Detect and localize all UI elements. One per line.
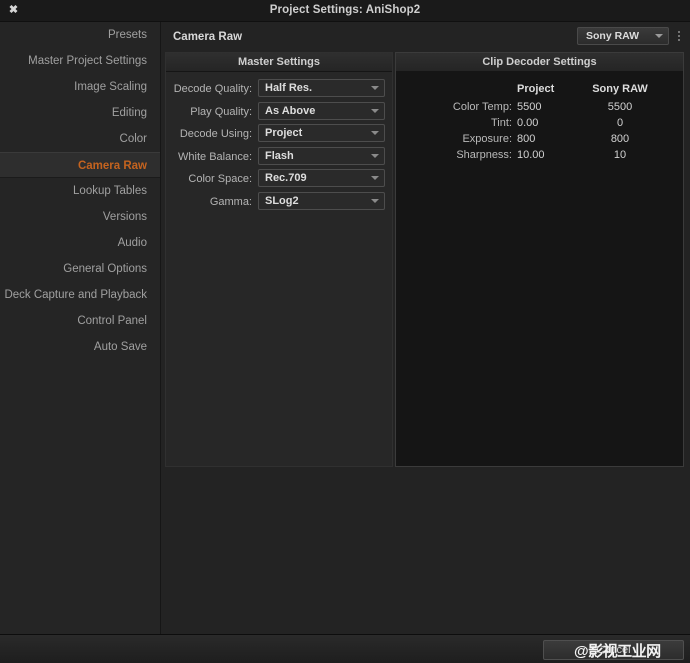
titlebar: ✖ Project Settings: AniShop2 — [0, 0, 690, 22]
content-header: Camera Raw Sony RAW — [162, 22, 690, 52]
master-setting-label: Color Space: — [188, 173, 252, 185]
master-setting-row: Play Quality: As Above — [166, 101, 394, 124]
master-setting-label: Decode Quality: — [173, 83, 252, 95]
master-setting-dropdown[interactable]: Flash — [258, 146, 385, 165]
master-setting-row: White Balance: Flash — [166, 146, 394, 169]
master-settings-panel: Master Settings Decode Quality: Half Res.… — [165, 52, 393, 467]
clip-decoder-row: Exposure: 800 800 — [396, 131, 683, 147]
master-setting-label: Gamma: — [209, 195, 252, 208]
preset-select-value: Sony RAW — [586, 30, 640, 42]
clip-decoder-header-row: Project Sony RAW — [396, 81, 683, 97]
sidebar-item-image-scaling[interactable]: Image Scaling — [0, 74, 160, 100]
sidebar-item-color[interactable]: Color — [0, 126, 160, 152]
sidebar-item-versions[interactable]: Versions — [0, 204, 160, 230]
camera-raw-preset-select[interactable]: Sony RAW — [577, 27, 669, 45]
sidebar-item-general-options[interactable]: General Options — [0, 256, 160, 282]
window-title: Project Settings: AniShop2 — [269, 4, 421, 16]
clip-decoder-label: Sharpness: — [456, 149, 512, 161]
sidebar-item-audio[interactable]: Audio — [0, 230, 160, 256]
chevron-down-icon — [371, 131, 379, 135]
content-area: Camera Raw Sony RAW Master Settings Deco… — [162, 22, 690, 634]
master-setting-value: Rec.709 — [265, 172, 307, 184]
kebab-dot — [678, 35, 680, 37]
sidebar-item-camera-raw[interactable]: Camera Raw — [0, 152, 160, 178]
master-setting-value: As Above — [265, 104, 316, 117]
page-title: Camera Raw — [173, 31, 243, 43]
master-setting-label: White Balance: — [178, 150, 252, 163]
master-setting-value: Flash — [265, 149, 294, 162]
chevron-down-icon — [371, 108, 379, 113]
cancel-button-label: Cancel — [596, 644, 631, 656]
kebab-dot — [678, 31, 680, 33]
master-setting-dropdown[interactable]: SLog2 — [258, 191, 385, 210]
footer-bar: Cancel — [0, 634, 690, 663]
clip-decoder-settings-header: Clip Decoder Settings — [396, 53, 683, 72]
kebab-dot — [678, 39, 680, 41]
clip-decoder-row: Tint: 0.00 0 — [396, 115, 683, 131]
clip-decoder-label: Color Temp: — [452, 101, 512, 113]
clip-decoder-row: Sharpness: 10.00 10 — [396, 147, 683, 163]
sidebar-item-master-project-settings[interactable]: Master Project Settings — [0, 48, 160, 74]
clip-decoder-raw-value: 5500 — [607, 101, 633, 113]
master-setting-row: Gamma: SLog2 — [166, 191, 394, 214]
master-setting-value: SLog2 — [265, 194, 299, 207]
master-settings-header: Master Settings — [166, 53, 392, 72]
clip-decoder-raw-value: 10 — [613, 149, 627, 161]
chevron-down-icon — [371, 198, 379, 203]
sidebar-item-lookup-tables[interactable]: Lookup Tables — [0, 178, 160, 204]
clip-decoder-table: Project Sony RAW Color Temp: 5500 5500 Tint: 0… — [396, 81, 683, 163]
clip-decoder-label: Exposure: — [462, 133, 512, 145]
cancel-button[interactable]: Cancel — [543, 640, 684, 660]
chevron-down-icon — [655, 34, 663, 38]
clip-decoder-settings-panel: Clip Decoder Settings Project Sony RAW Col… — [395, 52, 684, 467]
project-settings-window: ✖ Project Settings: AniShop2 Presets Mast… — [0, 0, 690, 663]
chevron-down-icon — [371, 153, 379, 158]
settings-panels: Master Settings Decode Quality: Half Res.… — [165, 52, 684, 467]
sidebar-item-control-panel[interactable]: Control Panel — [0, 308, 160, 334]
chevron-down-icon — [371, 86, 379, 90]
master-setting-dropdown[interactable]: Rec.709 — [258, 169, 385, 187]
clip-decoder-column-raw: Sony RAW — [592, 83, 648, 95]
master-setting-value: Project — [265, 127, 303, 139]
kebab-menu-icon[interactable] — [674, 27, 684, 45]
master-setting-dropdown[interactable]: Half Res. — [258, 79, 385, 97]
sidebar-item-presets[interactable]: Presets — [0, 22, 160, 48]
sidebar-item-deck-capture-and-playback[interactable]: Deck Capture and Playback — [0, 282, 160, 308]
master-setting-dropdown[interactable]: As Above — [258, 101, 385, 120]
chevron-down-icon — [371, 176, 379, 180]
master-setting-label: Play Quality: — [190, 105, 252, 118]
clip-decoder-row: Color Temp: 5500 5500 — [396, 99, 683, 115]
master-setting-dropdown[interactable]: Project — [258, 124, 385, 142]
sidebar-item-editing[interactable]: Editing — [0, 100, 160, 126]
sidebar-item-auto-save[interactable]: Auto Save — [0, 334, 160, 360]
master-setting-row: Color Space: Rec.709 — [166, 169, 394, 191]
master-setting-label: Decode Using: — [179, 128, 252, 140]
master-setting-value: Half Res. — [265, 82, 313, 94]
master-setting-row: Decode Using: Project — [166, 124, 394, 146]
clip-decoder-raw-value: 0 — [616, 117, 624, 129]
master-setting-row: Decode Quality: Half Res. — [166, 79, 394, 101]
clip-decoder-raw-value: 800 — [610, 133, 630, 145]
clip-decoder-label: Tint: — [491, 117, 512, 129]
sidebar: Presets Master Project Settings Image Scal… — [0, 22, 161, 634]
